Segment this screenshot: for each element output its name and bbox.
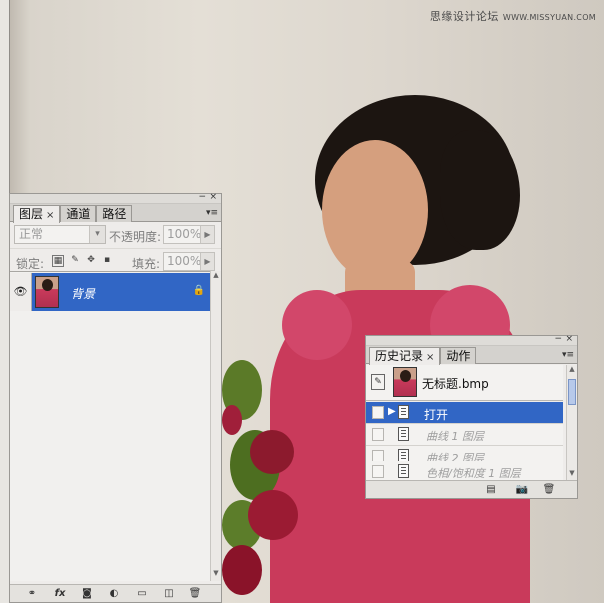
- fill-value: 100%: [167, 254, 202, 268]
- tab-history[interactable]: 历史记录 ×: [369, 347, 441, 365]
- history-state[interactable]: ▶ 打开: [366, 402, 563, 424]
- tab-layers[interactable]: 图层 ×: [13, 205, 61, 223]
- close-button[interactable]: ×: [209, 192, 217, 202]
- panel-menu-icon[interactable]: ▾≡: [562, 350, 574, 360]
- history-panel-tabs: 历史记录 × 动作 ▾≡: [366, 346, 577, 365]
- fx-icon[interactable]: fx: [52, 587, 68, 600]
- blend-mode-select[interactable]: 正常 ▾: [14, 225, 106, 244]
- history-brush-checkbox[interactable]: [372, 465, 384, 478]
- minimize-button[interactable]: −: [554, 334, 562, 344]
- document-icon: [398, 427, 409, 441]
- lock-transparency-icon[interactable]: ▦: [52, 255, 64, 267]
- fill-arrow-icon[interactable]: ▶: [200, 253, 214, 270]
- layers-panel-tabs: 图层 × 通道 路径 ▾≡: [10, 204, 221, 223]
- blend-mode-value: 正常: [19, 227, 44, 241]
- tab-label: 历史记录: [375, 349, 424, 363]
- chevron-down-icon[interactable]: ▾: [89, 226, 105, 243]
- tab-actions[interactable]: 动作: [440, 347, 477, 364]
- history-state-label: 打开: [424, 408, 449, 422]
- scroll-up-icon[interactable]: ▲: [567, 365, 577, 377]
- trash-icon[interactable]: 🗑: [188, 587, 202, 600]
- history-state[interactable]: 曲线 1 图层: [366, 424, 563, 446]
- history-snapshot[interactable]: ✎ 无标题.bmp: [366, 365, 563, 401]
- layers-panel-titlebar[interactable]: − ×: [10, 192, 221, 204]
- layer-row-background[interactable]: 👁 背景 🔒: [10, 273, 219, 311]
- layer-name[interactable]: 背景: [71, 285, 95, 302]
- link-icon[interactable]: ⚭: [24, 587, 40, 600]
- tab-label: 图层: [19, 207, 44, 221]
- fill-label: 填充:: [132, 257, 161, 271]
- history-brush-checkbox[interactable]: [372, 428, 384, 441]
- layers-scrollbar[interactable]: ▲ ▼: [210, 271, 221, 581]
- history-state[interactable]: 色相/饱和度 1 图层: [366, 461, 563, 481]
- rose-shape: [222, 405, 242, 435]
- folder-icon[interactable]: ▭: [135, 587, 149, 600]
- new-document-icon[interactable]: ▤: [484, 483, 498, 496]
- opacity-input[interactable]: 100% ▶: [163, 225, 215, 244]
- watermark-cn: 思缘设计论坛: [429, 10, 499, 23]
- lock-all-icon[interactable]: ▪: [101, 255, 113, 267]
- opacity-arrow-icon[interactable]: ▶: [200, 226, 214, 243]
- tab-channels[interactable]: 通道: [60, 205, 97, 222]
- history-state-label: 曲线 1 图层: [426, 430, 484, 443]
- face-shape: [322, 140, 428, 280]
- history-footer: ▤ 📷 🗑: [366, 480, 577, 498]
- scroll-thumb[interactable]: [568, 379, 576, 405]
- rose-shape: [248, 490, 298, 540]
- opacity-value: 100%: [167, 227, 202, 241]
- fill-input[interactable]: 100% ▶: [163, 252, 215, 271]
- trash-icon[interactable]: 🗑: [542, 483, 556, 496]
- document-icon: [398, 464, 409, 478]
- scroll-up-icon[interactable]: ▲: [211, 271, 221, 283]
- rose-shape: [250, 430, 294, 474]
- lock-paint-icon[interactable]: ✎: [69, 255, 81, 267]
- layers-footer: ⚭ fx ◙ ◐ ▭ ◫ 🗑: [10, 584, 221, 602]
- minimize-button[interactable]: −: [198, 192, 206, 202]
- lock-move-icon[interactable]: ✥: [85, 255, 97, 267]
- layers-panel: − × 图层 × 通道 路径 ▾≡ 正常 ▾ 不透明度: 100% ▶ 锁定: ▦ ✎…: [9, 192, 222, 603]
- new-layer-icon[interactable]: ◫: [162, 587, 176, 600]
- brush-source-icon[interactable]: ✎: [371, 374, 385, 390]
- lock-icon: 🔒: [192, 285, 205, 296]
- history-scrollbar[interactable]: ▲ ▼: [566, 365, 577, 481]
- rose-shape: [222, 545, 262, 595]
- history-state-label: 色相/饱和度 1 图层: [426, 467, 521, 480]
- snapshot-name: 无标题.bmp: [422, 377, 489, 391]
- history-slider-icon[interactable]: ▶: [388, 406, 396, 417]
- dress-shoulder-left: [282, 290, 352, 360]
- watermark: 思缘设计论坛 WWW.MISSYUAN.COM: [430, 8, 596, 24]
- mask-icon[interactable]: ◙: [80, 587, 94, 600]
- blend-opacity-row: 正常 ▾ 不透明度: 100% ▶: [10, 222, 221, 248]
- history-brush-checkbox[interactable]: [372, 406, 384, 419]
- close-tab-icon[interactable]: ×: [426, 352, 434, 363]
- opacity-label: 不透明度:: [109, 230, 162, 244]
- history-panel-titlebar[interactable]: − ×: [366, 334, 577, 346]
- history-panel: − × 历史记录 × 动作 ▾≡ ✎ 无标题.bmp ▶ 打开 曲线 1 图层 曲线…: [365, 334, 578, 499]
- watermark-en: WWW.MISSYUAN.COM: [502, 13, 596, 22]
- close-tab-icon[interactable]: ×: [46, 210, 54, 221]
- camera-icon[interactable]: 📷: [514, 483, 530, 496]
- layer-list[interactable]: 👁 背景 🔒: [10, 271, 220, 581]
- document-icon: [398, 405, 409, 419]
- layer-thumbnail: [35, 276, 59, 308]
- tab-paths[interactable]: 路径: [96, 205, 133, 222]
- adjustment-icon[interactable]: ◐: [107, 587, 121, 600]
- close-button[interactable]: ×: [565, 334, 573, 344]
- scroll-down-icon[interactable]: ▼: [211, 569, 221, 581]
- panel-menu-icon[interactable]: ▾≡: [206, 208, 218, 218]
- eye-icon[interactable]: 👁: [10, 273, 32, 311]
- snapshot-thumbnail: [393, 367, 417, 397]
- lock-label: 锁定:: [16, 257, 45, 271]
